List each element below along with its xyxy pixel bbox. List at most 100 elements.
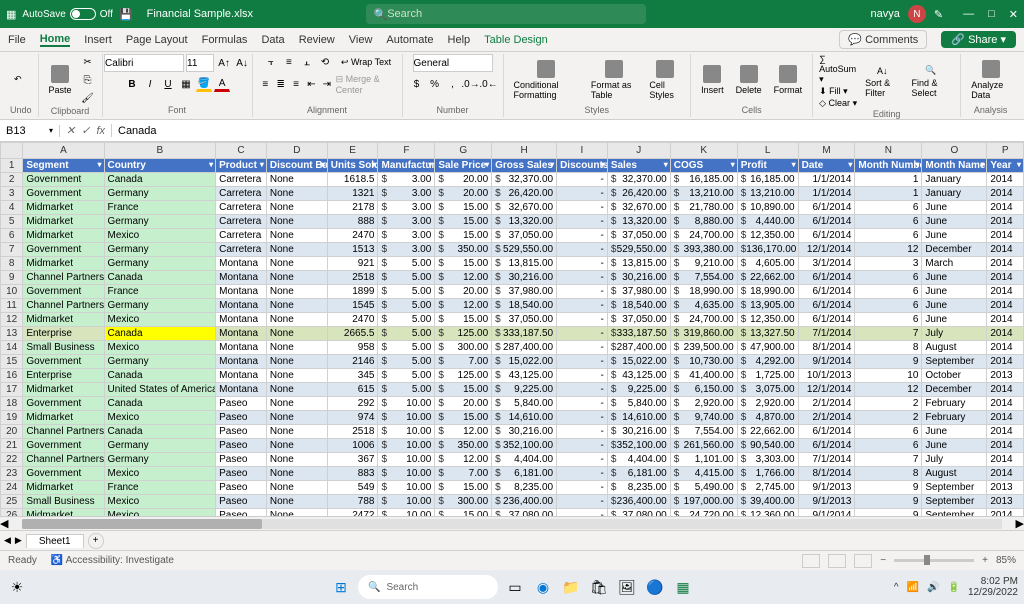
tab-automate[interactable]: Automate [386,34,433,46]
font-color-button[interactable]: A [214,76,230,92]
number-format-select[interactable] [413,54,493,72]
column-header[interactable]: P [987,143,1024,159]
data-cell[interactable]: Germany [104,187,216,201]
data-cell[interactable]: 9 [855,495,922,509]
table-header-cell[interactable]: Year [987,159,1024,173]
data-cell[interactable]: 6/1/2014 [798,299,855,313]
data-cell[interactable]: 4,635.00 [670,299,737,313]
data-cell[interactable]: None [266,439,327,453]
table-header-cell[interactable]: Country [104,159,216,173]
tab-help[interactable]: Help [448,34,471,46]
data-cell[interactable]: 2518 [327,425,378,439]
data-cell[interactable]: 37,980.00 [607,285,670,299]
row-header[interactable]: 13 [1,327,23,341]
data-cell[interactable]: None [266,313,327,327]
data-cell[interactable]: 8,880.00 [670,215,737,229]
data-cell[interactable]: 292 [327,397,378,411]
data-cell[interactable]: 8 [855,341,922,355]
data-cell[interactable]: 30,216.00 [492,271,557,285]
border-button[interactable]: ▦ [178,76,194,92]
data-cell[interactable]: - [557,453,608,467]
data-cell[interactable]: Germany [104,439,216,453]
add-sheet-button[interactable]: + [88,533,104,549]
row-header[interactable]: 24 [1,481,23,495]
data-cell[interactable]: United States of America [104,383,216,397]
row-header[interactable]: 3 [1,187,23,201]
data-cell[interactable]: 2014 [987,439,1024,453]
data-cell[interactable]: 4,404.00 [607,453,670,467]
data-cell[interactable]: 350.00 [435,439,492,453]
edge-icon[interactable]: ◉ [532,576,554,598]
data-cell[interactable]: 2,920.00 [737,397,798,411]
data-cell[interactable]: 3 [855,257,922,271]
data-cell[interactable]: 90,540.00 [737,439,798,453]
data-cell[interactable]: 7.00 [435,467,492,481]
data-cell[interactable]: 20.00 [435,285,492,299]
row-header[interactable]: 15 [1,355,23,369]
data-cell[interactable]: August [922,341,987,355]
data-cell[interactable]: 7,554.00 [670,425,737,439]
table-header-cell[interactable]: Sale Price [435,159,492,173]
data-cell[interactable]: - [557,187,608,201]
data-cell[interactable]: 9 [855,355,922,369]
data-cell[interactable]: 136,170.00 [737,243,798,257]
data-cell[interactable]: August [922,467,987,481]
data-cell[interactable]: 9,225.00 [492,383,557,397]
data-cell[interactable]: 32,670.00 [607,201,670,215]
data-cell[interactable]: 15.00 [435,257,492,271]
data-cell[interactable]: 6/1/2014 [798,271,855,285]
data-cell[interactable]: January [922,173,987,187]
data-cell[interactable]: 2470 [327,229,378,243]
data-cell[interactable]: 549 [327,481,378,495]
conditional-formatting-button[interactable]: Conditional Formatting [510,58,583,102]
increase-indent-icon[interactable]: ⇥ [320,77,333,93]
data-cell[interactable]: Midmarket [23,215,104,229]
data-cell[interactable]: 2014 [987,187,1024,201]
data-cell[interactable]: 2014 [987,425,1024,439]
data-cell[interactable]: 236,400.00 [492,495,557,509]
data-cell[interactable]: 5.00 [378,285,435,299]
chrome-icon[interactable]: 🔵 [644,576,666,598]
data-cell[interactable]: 24,700.00 [670,229,737,243]
data-cell[interactable]: 1,725.00 [737,369,798,383]
tab-page-layout[interactable]: Page Layout [126,34,188,46]
row-header[interactable]: 14 [1,341,23,355]
data-cell[interactable]: Montana [216,285,267,299]
paste-button[interactable]: Paste [45,63,76,97]
align-top-icon[interactable]: ⫟ [263,54,279,70]
comments-button[interactable]: 💬 Comments [839,30,927,49]
data-cell[interactable]: 7/1/2014 [798,453,855,467]
analyze-data-button[interactable]: Analyze Data [967,58,1014,102]
data-cell[interactable]: 10.00 [378,411,435,425]
data-cell[interactable]: 24,700.00 [670,313,737,327]
data-cell[interactable]: 5.00 [378,341,435,355]
data-cell[interactable]: June [922,285,987,299]
volume-icon[interactable]: 🔊 [927,582,939,593]
username[interactable]: navya [871,8,900,20]
data-cell[interactable]: 12,350.00 [737,313,798,327]
data-cell[interactable]: 6 [855,313,922,327]
data-cell[interactable]: Government [23,397,104,411]
row-header[interactable]: 23 [1,467,23,481]
data-cell[interactable]: 37,050.00 [492,313,557,327]
close-icon[interactable]: ✕ [1009,8,1018,21]
data-cell[interactable]: June [922,313,987,327]
data-cell[interactable]: Montana [216,369,267,383]
data-cell[interactable]: 6,181.00 [492,467,557,481]
data-cell[interactable]: 10.00 [378,439,435,453]
data-cell[interactable]: 10.00 [378,495,435,509]
data-cell[interactable]: - [557,257,608,271]
italic-button[interactable]: I [142,76,158,92]
row-header[interactable]: 6 [1,229,23,243]
fill-color-button[interactable]: 🪣 [196,76,212,92]
data-cell[interactable]: Carretera [216,229,267,243]
data-cell[interactable]: 30,216.00 [492,425,557,439]
data-cell[interactable]: 6,181.00 [607,467,670,481]
taskbar-search[interactable]: 🔍Search [358,575,498,599]
data-cell[interactable]: 2014 [987,467,1024,481]
data-cell[interactable]: 8/1/2014 [798,467,855,481]
data-cell[interactable]: 2014 [987,173,1024,187]
accessibility-status[interactable]: ♿ Accessibility: Investigate [51,555,174,566]
data-cell[interactable]: 2014 [987,313,1024,327]
column-header[interactable]: G [435,143,492,159]
